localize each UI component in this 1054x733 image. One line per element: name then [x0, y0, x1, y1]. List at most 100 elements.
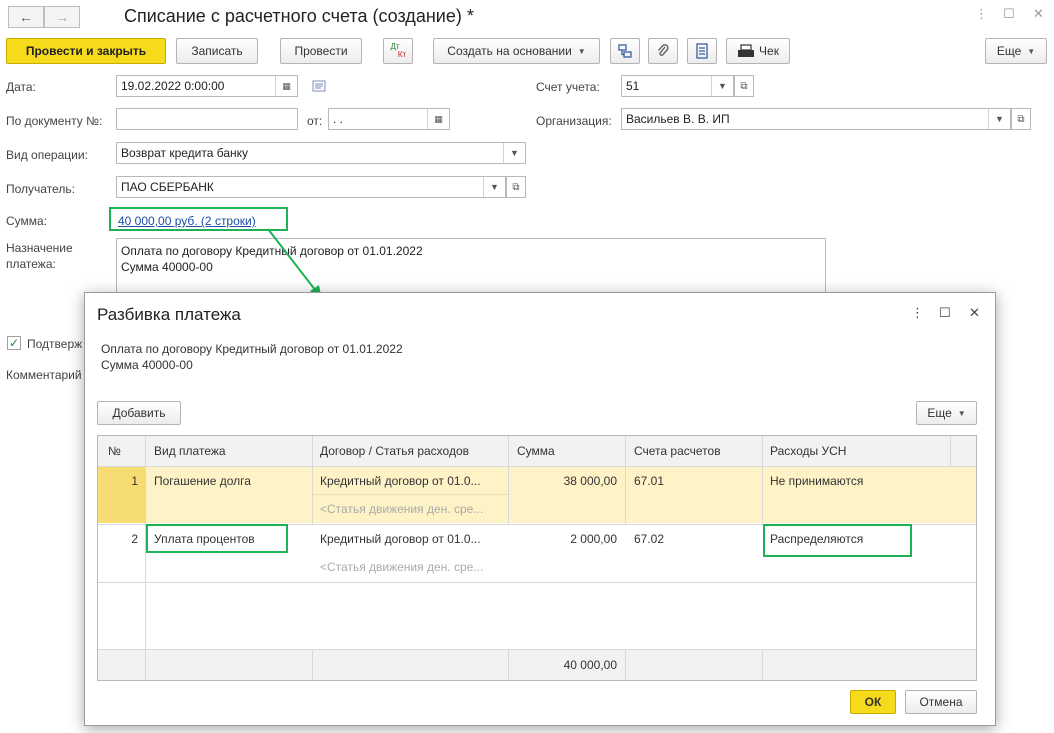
document-list-icon: [696, 43, 708, 59]
open-icon: ⧉: [740, 80, 748, 92]
confirm-label: Подтверж: [27, 337, 83, 351]
attach-button[interactable]: [648, 38, 678, 64]
recipient-select[interactable]: ПАО СБЕРБАНК ▼: [116, 176, 506, 198]
caret-down-icon: ▼: [957, 408, 966, 418]
more-label: Еще: [996, 44, 1022, 58]
from-date-value: . .: [333, 112, 344, 126]
sum-split-link[interactable]: 40 000,00 руб. (2 строки): [118, 214, 256, 228]
doc-number-input[interactable]: [116, 108, 298, 130]
date-value: 19.02.2022 0:00:00: [121, 79, 225, 93]
post-and-close-button[interactable]: Провести и закрыть: [6, 38, 166, 64]
column-header-usn[interactable]: Расходы УСН: [770, 444, 846, 458]
recipient-open-button[interactable]: ⧉: [506, 176, 526, 198]
dialog-more-label: Еще: [927, 406, 952, 420]
maximize-button[interactable]: ☐: [1003, 6, 1015, 22]
close-icon: ✕: [1033, 6, 1044, 21]
from-date-field[interactable]: . . ▦: [328, 108, 450, 130]
column-header-accounts[interactable]: Счета расчетов: [634, 444, 721, 458]
chevron-down-icon: ▼: [490, 182, 499, 192]
recipient-dropdown-button[interactable]: ▼: [483, 177, 505, 197]
cancel-button[interactable]: Отмена: [905, 690, 977, 714]
dialog-menu-button[interactable]: ⋮: [911, 305, 924, 321]
calendar-icon: ▦: [434, 113, 443, 124]
checkmark-icon: ✓: [8, 336, 20, 350]
account-open-button[interactable]: ⧉: [734, 75, 754, 97]
row1-payment-type[interactable]: Погашение долга: [154, 474, 309, 488]
dialog-title: Разбивка платежа: [97, 305, 241, 324]
row1-account[interactable]: 67.01: [634, 474, 664, 488]
operation-select[interactable]: Возврат кредита банку ▼: [116, 142, 526, 164]
dt-kt-button[interactable]: Дт Кт: [383, 38, 413, 64]
open-icon: ⧉: [1017, 113, 1025, 125]
row1-number[interactable]: 1: [108, 474, 138, 488]
close-button[interactable]: ✕: [1033, 6, 1044, 22]
page-title: Списание с расчетного счета (создание) *: [124, 6, 474, 26]
organization-value: Васильев В. В. ИП: [626, 112, 730, 126]
structure-button[interactable]: [610, 38, 640, 64]
receipt-label: Чек: [759, 44, 779, 58]
account-select[interactable]: 51 ▼: [621, 75, 734, 97]
organization-open-button[interactable]: ⧉: [1011, 108, 1031, 130]
row2-usn-expenses[interactable]: Распределяются: [770, 532, 863, 546]
recipient-value: ПАО СБЕРБАНК: [121, 180, 214, 194]
more-button[interactable]: Еще ▼: [985, 38, 1047, 64]
dialog-text-line2: Сумма 40000-00: [101, 358, 193, 372]
receipt-button[interactable]: Чек: [726, 38, 790, 64]
paperclip-icon: [658, 44, 669, 56]
back-button[interactable]: ←: [8, 6, 44, 28]
sum-total: 40 000,00: [563, 658, 617, 672]
row2-sum[interactable]: 2 000,00: [512, 532, 617, 546]
open-icon: ⧉: [512, 181, 520, 193]
post-button[interactable]: Провести: [280, 38, 362, 64]
confirm-checkbox[interactable]: ✓: [7, 336, 21, 350]
organization-select[interactable]: Васильев В. В. ИП ▼: [621, 108, 1011, 130]
row1-contract[interactable]: Кредитный договор от 01.0...: [320, 474, 504, 488]
operation-label: Вид операции:: [6, 148, 88, 162]
column-header-contract[interactable]: Договор / Статья расходов: [320, 444, 469, 458]
calendar-button[interactable]: ▦: [427, 109, 449, 129]
close-icon: ✕: [969, 305, 980, 320]
report-button[interactable]: [687, 38, 717, 64]
account-value: 51: [626, 79, 640, 93]
forward-button[interactable]: →: [44, 6, 80, 28]
split-table: № Вид платежа Договор / Статья расходов …: [97, 435, 977, 681]
sum-label: Сумма:: [6, 214, 48, 228]
row2-number[interactable]: 2: [108, 532, 138, 546]
arrow-left-icon: ←: [19, 9, 33, 25]
operation-dropdown-button[interactable]: ▼: [503, 143, 525, 163]
comment-label: Комментарий: [6, 368, 82, 382]
caret-down-icon: ▼: [577, 46, 586, 56]
row1-sum[interactable]: 38 000,00: [512, 474, 617, 488]
chevron-down-icon: ▼: [995, 114, 1004, 124]
date-field[interactable]: 19.02.2022 0:00:00 ▦: [116, 75, 298, 97]
dialog-more-button[interactable]: Еще ▼: [916, 401, 977, 425]
column-header-sum[interactable]: Сумма: [517, 444, 555, 458]
add-row-button[interactable]: Добавить: [97, 401, 181, 425]
payment-split-dialog: Разбивка платежа ⋮ ☐ ✕ Оплата по договор…: [84, 292, 996, 726]
column-header-payment-type[interactable]: Вид платежа: [154, 444, 226, 458]
row1-article-placeholder[interactable]: <Статья движения ден. сре...: [320, 502, 504, 516]
organization-dropdown-button[interactable]: ▼: [988, 109, 1010, 129]
cash-register-icon: [738, 44, 755, 57]
date-label: Дата:: [6, 80, 36, 94]
purpose-label-line2: платежа:: [6, 257, 56, 271]
dialog-maximize-button[interactable]: ☐: [939, 305, 951, 321]
row1-usn-expenses[interactable]: Не принимаются: [770, 474, 863, 488]
document-history-icon[interactable]: [312, 80, 326, 95]
column-header-number[interactable]: №: [108, 444, 121, 458]
calendar-button[interactable]: ▦: [275, 76, 297, 96]
row2-contract[interactable]: Кредитный договор от 01.0...: [320, 532, 504, 546]
form-menu-button[interactable]: ⋮: [975, 6, 988, 22]
hierarchy-icon: [618, 44, 632, 58]
chevron-down-icon: ▼: [510, 148, 519, 158]
purpose-text-line2: Сумма 40000-00: [121, 260, 213, 274]
row2-payment-type[interactable]: Уплата процентов: [154, 532, 309, 546]
account-dropdown-button[interactable]: ▼: [711, 76, 733, 96]
row2-article-placeholder[interactable]: <Статья движения ден. сре...: [320, 560, 504, 574]
dialog-close-button[interactable]: ✕: [969, 305, 980, 321]
create-based-on-button[interactable]: Создать на основании ▼: [433, 38, 600, 64]
row2-account[interactable]: 67.02: [634, 532, 664, 546]
ok-button[interactable]: ОК: [850, 690, 896, 714]
payment-purpose-textarea[interactable]: Оплата по договору Кредитный договор от …: [116, 238, 826, 298]
save-button[interactable]: Записать: [176, 38, 258, 64]
